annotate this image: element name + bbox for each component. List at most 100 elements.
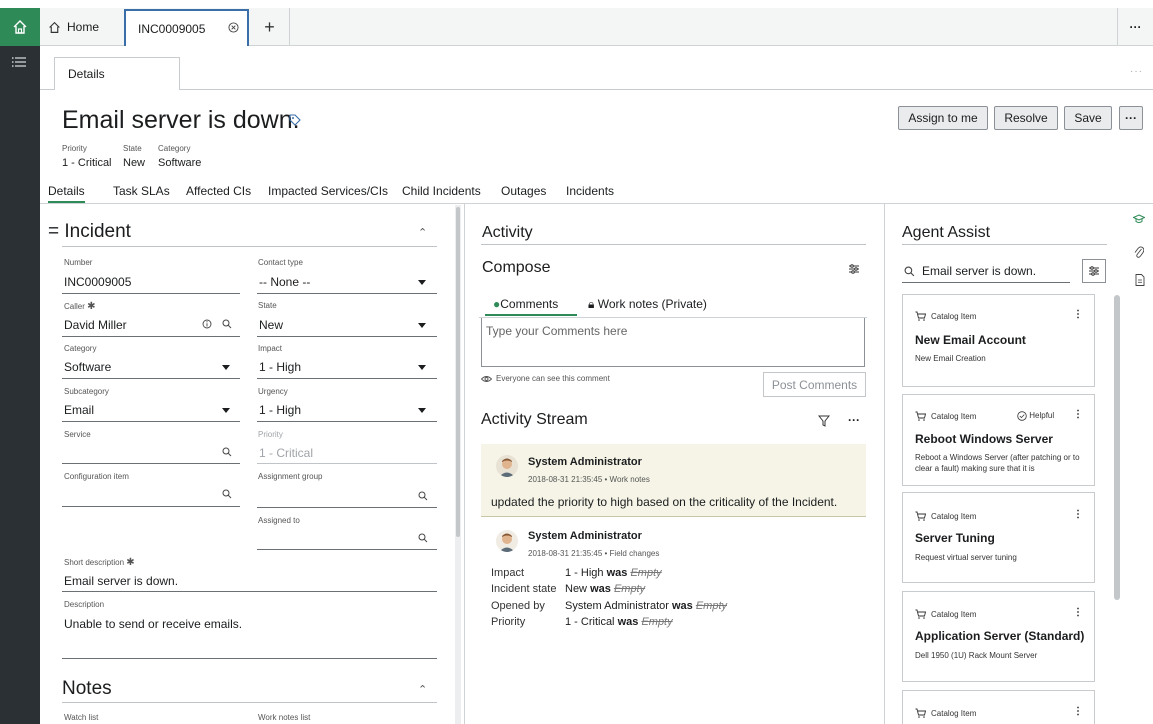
dropdown-arrow-icon[interactable] [418, 323, 426, 328]
agent-assist-scrollbar[interactable] [1114, 295, 1120, 600]
info-icon[interactable] [202, 319, 212, 329]
dropdown-arrow-icon[interactable] [222, 408, 230, 413]
search-icon[interactable] [222, 319, 232, 329]
divider [481, 244, 866, 245]
check-circle-icon [1017, 411, 1027, 421]
collapse-chevron-icon[interactable]: ⌃ [418, 683, 427, 696]
kebab-menu-icon[interactable]: ⋮ [1073, 607, 1083, 618]
paperclip-icon[interactable] [1134, 245, 1144, 258]
avatar [496, 455, 518, 477]
number-field[interactable]: INC0009005 [64, 275, 131, 289]
assign-to-me-button[interactable]: Assign to me [898, 106, 988, 130]
urgency-select[interactable]: 1 - High [259, 403, 301, 417]
notes-section-title[interactable]: Notes [62, 678, 112, 700]
entry-meta: 2018-08-31 21:35:45 • Field changes [528, 549, 660, 558]
filter-icon[interactable] [818, 415, 830, 427]
card-title[interactable]: Server Tuning [915, 531, 995, 545]
entry-author[interactable]: System Administrator [528, 456, 642, 468]
agent-assist-search-input[interactable]: Email server is down. [902, 262, 1070, 283]
dropdown-arrow-icon[interactable] [418, 408, 426, 413]
state-select[interactable]: New [259, 318, 283, 332]
tab-record[interactable]: INC0009005 [124, 9, 249, 46]
avatar [496, 530, 518, 552]
card-type: Catalog Item [931, 512, 977, 521]
form-tab-child-incidents[interactable]: Child Incidents [402, 184, 481, 198]
configuration-item-label: Configuration item [64, 472, 129, 481]
entry-author[interactable]: System Administrator [528, 530, 642, 542]
form-tab-task-slas[interactable]: Task SLAs [113, 184, 170, 198]
stream-more-button[interactable]: ··· [848, 413, 860, 427]
helpful-badge[interactable]: Helpful [1017, 411, 1054, 421]
agent-assist-card[interactable]: Catalog Item ⋮ Server Tuning Request vir… [902, 492, 1095, 583]
short-description-field[interactable]: Email server is down. [64, 574, 178, 588]
kebab-menu-icon[interactable]: ⋮ [1073, 509, 1083, 520]
dropdown-arrow-icon[interactable] [418, 365, 426, 370]
subtab-more-button[interactable]: ··· [1130, 66, 1143, 77]
search-icon[interactable] [418, 533, 428, 543]
list-menu-icon[interactable] [12, 56, 26, 68]
cart-icon [915, 609, 926, 619]
document-icon[interactable] [1135, 274, 1145, 286]
form-tab-affected-cis[interactable]: Affected CIs [186, 184, 251, 198]
subtab-details[interactable]: Details [54, 57, 180, 90]
field-underline [257, 463, 437, 464]
kebab-menu-icon[interactable]: ⋮ [1073, 309, 1083, 320]
tab-bar-more-button[interactable]: ··· [1117, 8, 1153, 46]
tab-home-label: Home [67, 20, 100, 34]
entry-text: updated the priority to high based on th… [491, 495, 838, 509]
agent-assist-card[interactable]: Catalog Item ⋮ New Email Account New Ema… [902, 294, 1095, 387]
impact-select[interactable]: 1 - High [259, 360, 301, 374]
tab-work-notes[interactable]: 🔒︎ Work notes (Private) [588, 297, 707, 312]
resolve-button[interactable]: Resolve [994, 106, 1058, 130]
header-more-button[interactable]: ··· [1119, 106, 1143, 130]
description-field[interactable]: Unable to send or receive emails. [64, 617, 242, 631]
add-tab-button[interactable]: + [250, 8, 290, 46]
card-description: New Email Creation [915, 354, 986, 363]
field-change-label: Priority [491, 616, 526, 628]
compose-settings-icon[interactable] [848, 263, 860, 275]
card-title[interactable]: Reboot Windows Server [915, 432, 1053, 446]
dropdown-arrow-icon[interactable] [418, 280, 426, 285]
agent-assist-card[interactable]: Catalog Item Helpful ⋮ Reboot Windows Se… [902, 394, 1095, 486]
caller-field[interactable]: David Miller [64, 318, 127, 332]
post-comments-button[interactable]: Post Comments [763, 372, 866, 397]
card-title[interactable]: Application Server (Standard) [915, 629, 1084, 643]
incident-section-title[interactable]: = Incident [48, 221, 131, 243]
field-change-label: Incident state [491, 583, 557, 595]
search-icon[interactable] [222, 447, 232, 457]
caller-label: Caller ✱ [64, 301, 96, 312]
contact-type-select[interactable]: -- None -- [259, 275, 310, 289]
search-icon[interactable] [418, 491, 428, 501]
search-icon[interactable] [222, 489, 232, 499]
dropdown-arrow-icon[interactable] [222, 365, 230, 370]
kebab-menu-icon[interactable]: ⋮ [1073, 409, 1083, 420]
close-tab-icon[interactable] [228, 22, 239, 33]
agent-assist-card[interactable]: Catalog Item ⋮ [902, 690, 1095, 724]
form-scrollbar[interactable] [455, 205, 461, 724]
comments-input[interactable]: Type your Comments here [481, 317, 865, 367]
filter-settings-icon[interactable] [1082, 259, 1106, 283]
card-title[interactable]: New Email Account [915, 333, 1026, 347]
save-button[interactable]: Save [1064, 106, 1112, 130]
field-change-label: Impact [491, 567, 525, 579]
category-select[interactable]: Software [64, 360, 111, 374]
collapse-chevron-icon[interactable]: ⌃ [418, 226, 427, 239]
kebab-menu-icon[interactable]: ⋮ [1073, 706, 1083, 717]
tab-comments[interactable]: ●Comments [493, 297, 558, 311]
agent-assist-card[interactable]: Catalog Item ⋮ Application Server (Stand… [902, 591, 1095, 682]
form-tab-incidents[interactable]: Incidents [566, 184, 614, 198]
field-change-value: System Administrator was Empty [565, 600, 728, 612]
scrollbar-thumb[interactable] [456, 207, 460, 537]
tag-icon[interactable] [289, 114, 301, 126]
divider [479, 317, 867, 318]
activity-stream-title: Activity Stream [481, 411, 588, 428]
subcategory-select[interactable]: Email [64, 403, 94, 417]
graduation-cap-icon[interactable] [1133, 214, 1145, 224]
field-underline [257, 507, 437, 508]
category-label: Category [64, 344, 97, 353]
tab-home[interactable]: Home [48, 8, 99, 46]
form-tab-details[interactable]: Details [48, 184, 85, 203]
home-rail-button[interactable] [0, 8, 40, 46]
form-tab-outages[interactable]: Outages [501, 184, 546, 198]
form-tab-impacted-services[interactable]: Impacted Services/CIs [268, 184, 388, 198]
